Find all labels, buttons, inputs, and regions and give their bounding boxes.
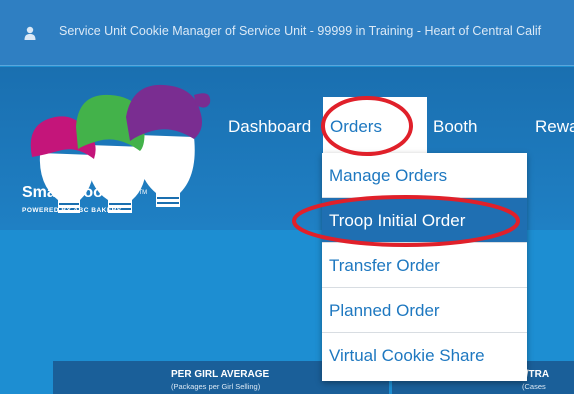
- stat-card-subtitle: (Packages per Girl Selling): [171, 382, 261, 391]
- logo-tagline: POWERED BY ABC BAKERS: [22, 207, 122, 214]
- user-icon: [24, 26, 36, 40]
- top-bar: Service Unit Cookie Manager of Service U…: [0, 0, 574, 66]
- menu-item-virtual-cookie-share[interactable]: Virtual Cookie Share: [322, 333, 527, 378]
- stat-card-subtitle: (Cases: [522, 382, 546, 391]
- logo-wordmark: Smart Cookies TM: [22, 184, 147, 202]
- menu-item-manage-orders[interactable]: Manage Orders: [322, 153, 527, 198]
- nav-dashboard[interactable]: Dashboard: [228, 117, 311, 137]
- nav-booth[interactable]: Booth: [433, 117, 477, 137]
- user-role-text: Service Unit Cookie Manager of Service U…: [59, 24, 542, 38]
- logo-tm-text: TM: [138, 189, 148, 196]
- menu-item-transfer-order[interactable]: Transfer Order: [322, 243, 527, 288]
- menu-item-troop-initial-order[interactable]: Troop Initial Order: [322, 198, 527, 243]
- stat-card-title: PER GIRL AVERAGE: [171, 369, 270, 380]
- nav-orders[interactable]: Orders: [330, 117, 382, 137]
- menu-item-planned-order[interactable]: Planned Order: [322, 288, 527, 333]
- logo-brand-text: Smart Cookies: [22, 184, 135, 201]
- orders-dropdown-menu: Manage Orders Troop Initial Order Transf…: [322, 153, 527, 381]
- nav-rewards[interactable]: Rewa: [535, 117, 574, 137]
